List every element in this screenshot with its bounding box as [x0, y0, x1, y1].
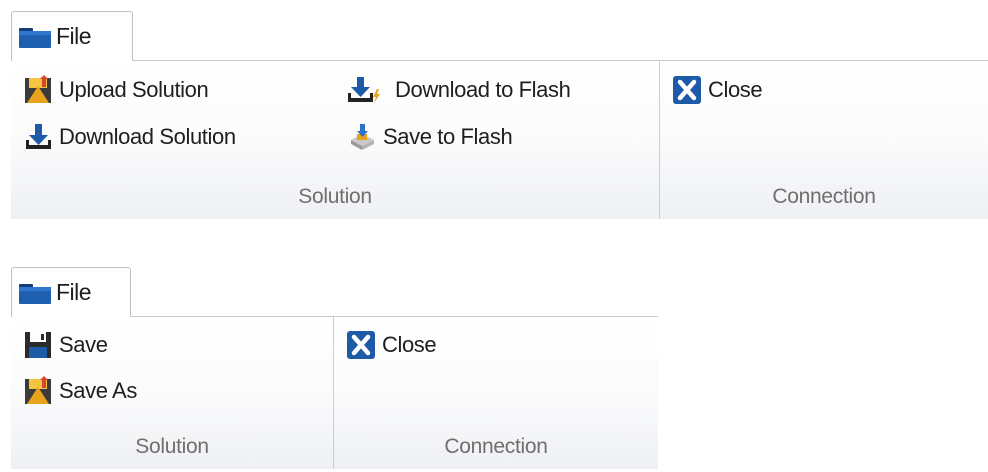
save-as-button[interactable]: Save As — [23, 375, 137, 407]
download-to-flash-button[interactable]: Download to Flash — [347, 74, 571, 106]
download-to-flash-icon — [347, 75, 383, 105]
file-tab-label: File — [56, 279, 92, 305]
save-to-flash-icon — [347, 122, 377, 152]
solution-group-label: Solution — [298, 185, 372, 208]
download-solution-label: Download Solution — [59, 124, 236, 149]
upload-solution-icon — [23, 75, 53, 105]
close-label: Close — [382, 332, 437, 357]
close-button[interactable]: Close — [346, 329, 437, 361]
connection-group: Close Connection — [660, 61, 988, 219]
save-as-icon — [23, 376, 53, 406]
save-to-flash-label: Save to Flash — [383, 124, 513, 149]
connection-group-label: Connection — [772, 185, 876, 208]
close-button[interactable]: Close — [672, 74, 763, 106]
upload-solution-label: Upload Solution — [59, 77, 209, 102]
ribbon-bottom: File Save Save As Solution Close Connect… — [11, 267, 658, 469]
save-as-label: Save As — [59, 378, 137, 403]
close-icon — [672, 75, 702, 105]
download-icon — [23, 122, 53, 152]
ribbon-body: Upload Solution Download Solution Downlo… — [11, 60, 988, 219]
upload-solution-button[interactable]: Upload Solution — [23, 74, 209, 106]
ribbon-body: Save Save As Solution Close Connection — [11, 316, 658, 469]
ribbon-top: File Upload Solution Download Solution D… — [11, 11, 988, 219]
close-icon — [346, 330, 376, 360]
file-tab[interactable]: File — [11, 11, 133, 61]
solution-group: Upload Solution Download Solution Downlo… — [11, 61, 660, 219]
solution-group-label: Solution — [135, 435, 209, 458]
close-label: Close — [708, 77, 763, 102]
folder-icon — [18, 25, 52, 49]
file-tab[interactable]: File — [11, 267, 131, 317]
save-to-flash-button[interactable]: Save to Flash — [347, 121, 513, 153]
connection-group-label: Connection — [444, 435, 548, 458]
save-label: Save — [59, 332, 108, 357]
file-tab-label: File — [56, 23, 92, 49]
folder-icon — [18, 281, 52, 305]
download-solution-button[interactable]: Download Solution — [23, 121, 236, 153]
floppy-disk-icon — [23, 330, 53, 360]
save-button[interactable]: Save — [23, 329, 108, 361]
download-to-flash-label: Download to Flash — [395, 77, 571, 102]
connection-group: Close Connection — [334, 317, 658, 469]
solution-group: Save Save As Solution — [11, 317, 334, 469]
